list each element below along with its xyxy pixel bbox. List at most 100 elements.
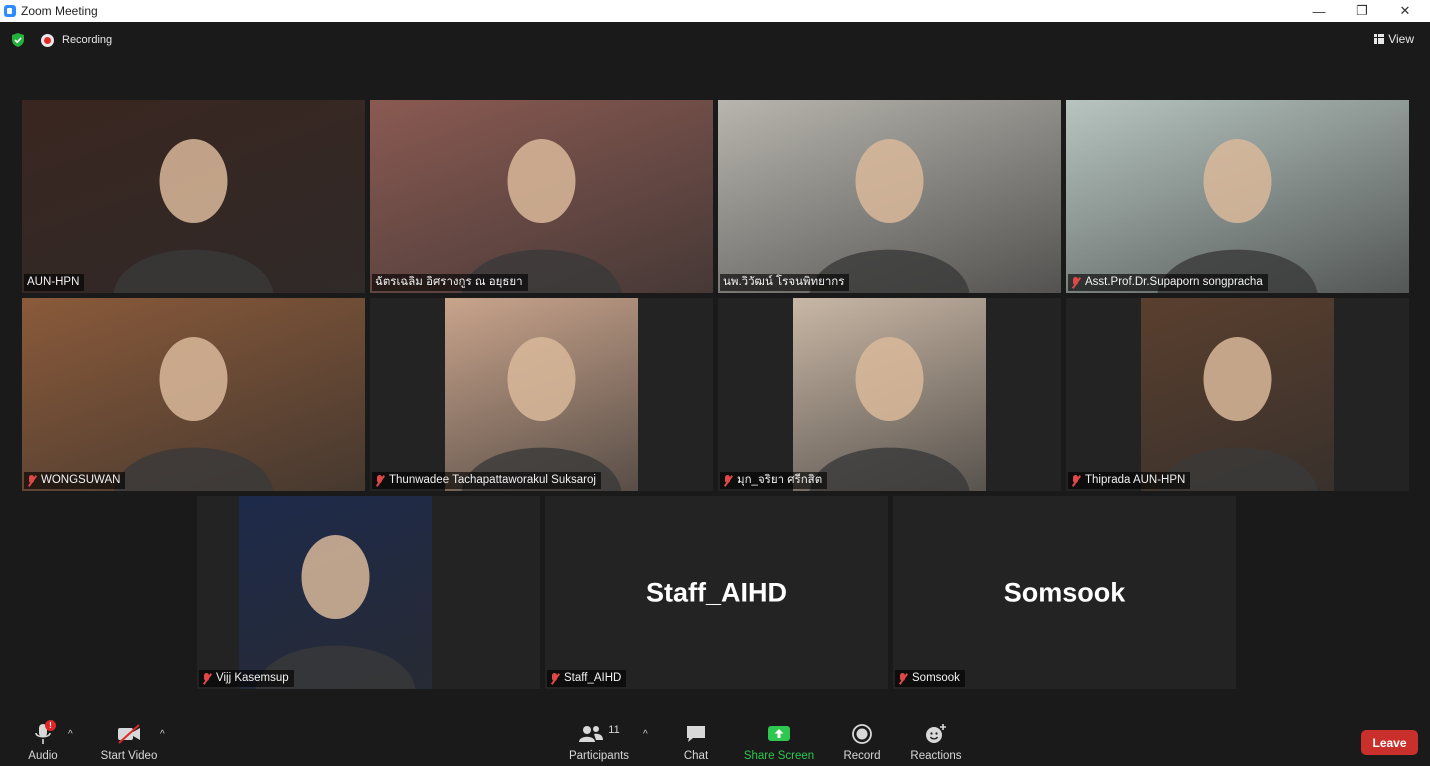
participant-name-tag: Vijj Kasemsup: [199, 670, 294, 687]
participant-name: WONGSUWAN: [41, 474, 121, 486]
share-screen-label: Share Screen: [743, 750, 815, 762]
video-feed: [370, 100, 713, 293]
reactions-label: Reactions: [910, 750, 962, 762]
participant-name: Staff_AIHD: [564, 672, 622, 684]
participant-name: Thunwadee Tachapattaworakul Suksaroj: [389, 474, 596, 486]
participant-name: Somsook: [912, 672, 960, 684]
muted-microphone-icon: [375, 474, 385, 487]
video-feed: [22, 298, 365, 491]
video-tile[interactable]: Vijj Kasemsup: [197, 496, 540, 689]
audio-alert-badge: !: [45, 720, 56, 731]
participant-name: มุก_จริยา ศรีกสิต: [737, 474, 823, 486]
participant-name-tag: นพ.วิวัฒน์ โรจนพิทยากร: [720, 274, 850, 291]
participant-name: Thiprada AUN-HPN: [1085, 474, 1186, 486]
participant-name-tag: Somsook: [895, 670, 965, 687]
video-tile[interactable]: นพ.วิวัฒน์ โรจนพิทยากร: [718, 100, 1061, 293]
video-feed: [22, 100, 365, 293]
record-icon: [852, 724, 872, 744]
reactions-smiley-icon: [926, 724, 946, 743]
window-title: Zoom Meeting: [21, 4, 98, 18]
video-feed: [1066, 100, 1409, 293]
participant-name-tag: Thunwadee Tachapattaworakul Suksaroj: [372, 472, 601, 489]
minimize-button[interactable]: —: [1296, 0, 1342, 22]
audio-button[interactable]: ! Audio: [22, 712, 64, 766]
person-silhouette-icon: [809, 139, 970, 293]
video-tile[interactable]: WONGSUWAN: [22, 298, 365, 491]
chat-icon: [687, 726, 705, 742]
video-feed: [793, 298, 986, 491]
participant-name-tag: WONGSUWAN: [24, 472, 126, 489]
participant-name: Asst.Prof.Dr.Supaporn songpracha: [1085, 276, 1263, 288]
view-label: View: [1388, 32, 1414, 46]
audio-options-caret-icon[interactable]: ^: [68, 729, 73, 740]
recording-label: Recording: [62, 34, 113, 46]
chat-button[interactable]: Chat: [676, 712, 716, 766]
title-bar: Zoom Meeting: [0, 0, 1430, 22]
video-feed: [1141, 298, 1334, 491]
zoom-logo-icon: [4, 5, 16, 17]
muted-microphone-icon: [898, 672, 908, 685]
muted-microphone-icon: [550, 672, 560, 685]
share-screen-icon: [768, 726, 790, 741]
video-feed: [718, 100, 1061, 293]
participant-name: ฉัตรเฉลิม อิศรางกูร ณ อยุธยา: [375, 276, 523, 288]
video-tile[interactable]: AUN-HPN: [22, 100, 365, 293]
participant-name-tag: มุก_จริยา ศรีกสิต: [720, 472, 828, 489]
start-video-button[interactable]: Start Video: [96, 712, 162, 766]
record-button[interactable]: Record: [840, 712, 884, 766]
meeting-info-bar: Recording View: [0, 22, 1430, 58]
person-silhouette-icon: [461, 139, 622, 293]
participants-count: 11: [608, 724, 620, 736]
muted-microphone-icon: [27, 474, 37, 487]
video-feed: [445, 298, 638, 491]
muted-microphone-icon: [1071, 474, 1081, 487]
video-tile[interactable]: Somsook Somsook: [893, 496, 1236, 689]
grid-view-icon: [1374, 34, 1385, 44]
video-tile[interactable]: Thunwadee Tachapattaworakul Suksaroj: [370, 298, 713, 491]
start-video-label: Start Video: [100, 750, 158, 762]
participant-name: Vijj Kasemsup: [216, 672, 289, 684]
microphone-icon: !: [33, 720, 56, 746]
participants-options-caret-icon[interactable]: ^: [643, 729, 648, 740]
participant-name: AUN-HPN: [27, 276, 80, 288]
participant-display-name: Staff_AIHD: [645, 577, 787, 607]
reactions-button[interactable]: Reactions: [906, 712, 966, 766]
participant-name-tag: Staff_AIHD: [547, 670, 627, 687]
person-silhouette-icon: [809, 337, 970, 491]
participant-name: นพ.วิวัฒน์ โรจนพิทยากร: [723, 276, 845, 288]
participant-name-tag: AUN-HPN: [24, 274, 85, 291]
record-label: Record: [843, 750, 881, 762]
video-tile[interactable]: Asst.Prof.Dr.Supaporn songpracha: [1066, 100, 1409, 293]
participant-name-tag: Asst.Prof.Dr.Supaporn songpracha: [1068, 274, 1268, 291]
encryption-shield-icon[interactable]: [11, 33, 25, 47]
person-silhouette-icon: [255, 535, 416, 689]
participant-name-tag: Thiprada AUN-HPN: [1068, 472, 1191, 489]
recording-icon[interactable]: [41, 34, 54, 47]
audio-label: Audio: [28, 750, 58, 762]
participants-button[interactable]: 11 Participants: [562, 712, 636, 766]
maximize-button[interactable]: ❐: [1339, 0, 1385, 22]
participants-label: Participants: [568, 750, 630, 762]
person-silhouette-icon: [461, 337, 622, 491]
participants-icon: [579, 726, 604, 742]
video-feed: [239, 496, 432, 689]
video-tile[interactable]: มุก_จริยา ศรีกสิต: [718, 298, 1061, 491]
muted-microphone-icon: [202, 672, 212, 685]
muted-microphone-icon: [1071, 276, 1081, 289]
person-silhouette-icon: [1157, 337, 1318, 491]
chat-label: Chat: [683, 750, 709, 762]
video-off-icon: [116, 722, 142, 746]
video-options-caret-icon[interactable]: ^: [160, 729, 165, 740]
close-button[interactable]: ✕: [1382, 0, 1428, 22]
video-tile[interactable]: ฉัตรเฉลิม อิศรางกูร ณ อยุธยา: [370, 100, 713, 293]
person-silhouette-icon: [1157, 139, 1318, 293]
person-silhouette-icon: [113, 337, 274, 491]
participant-name-tag: ฉัตรเฉลิม อิศรางกูร ณ อยุธยา: [372, 274, 528, 291]
video-tile[interactable]: Staff_AIHD Staff_AIHD: [545, 496, 888, 689]
participant-display-name: Somsook: [1003, 577, 1126, 607]
person-silhouette-icon: [113, 139, 274, 293]
leave-button[interactable]: Leave: [1361, 730, 1418, 755]
view-button[interactable]: View: [1370, 30, 1418, 48]
video-tile[interactable]: Thiprada AUN-HPN: [1066, 298, 1409, 491]
share-screen-button[interactable]: Share Screen: [741, 712, 817, 766]
